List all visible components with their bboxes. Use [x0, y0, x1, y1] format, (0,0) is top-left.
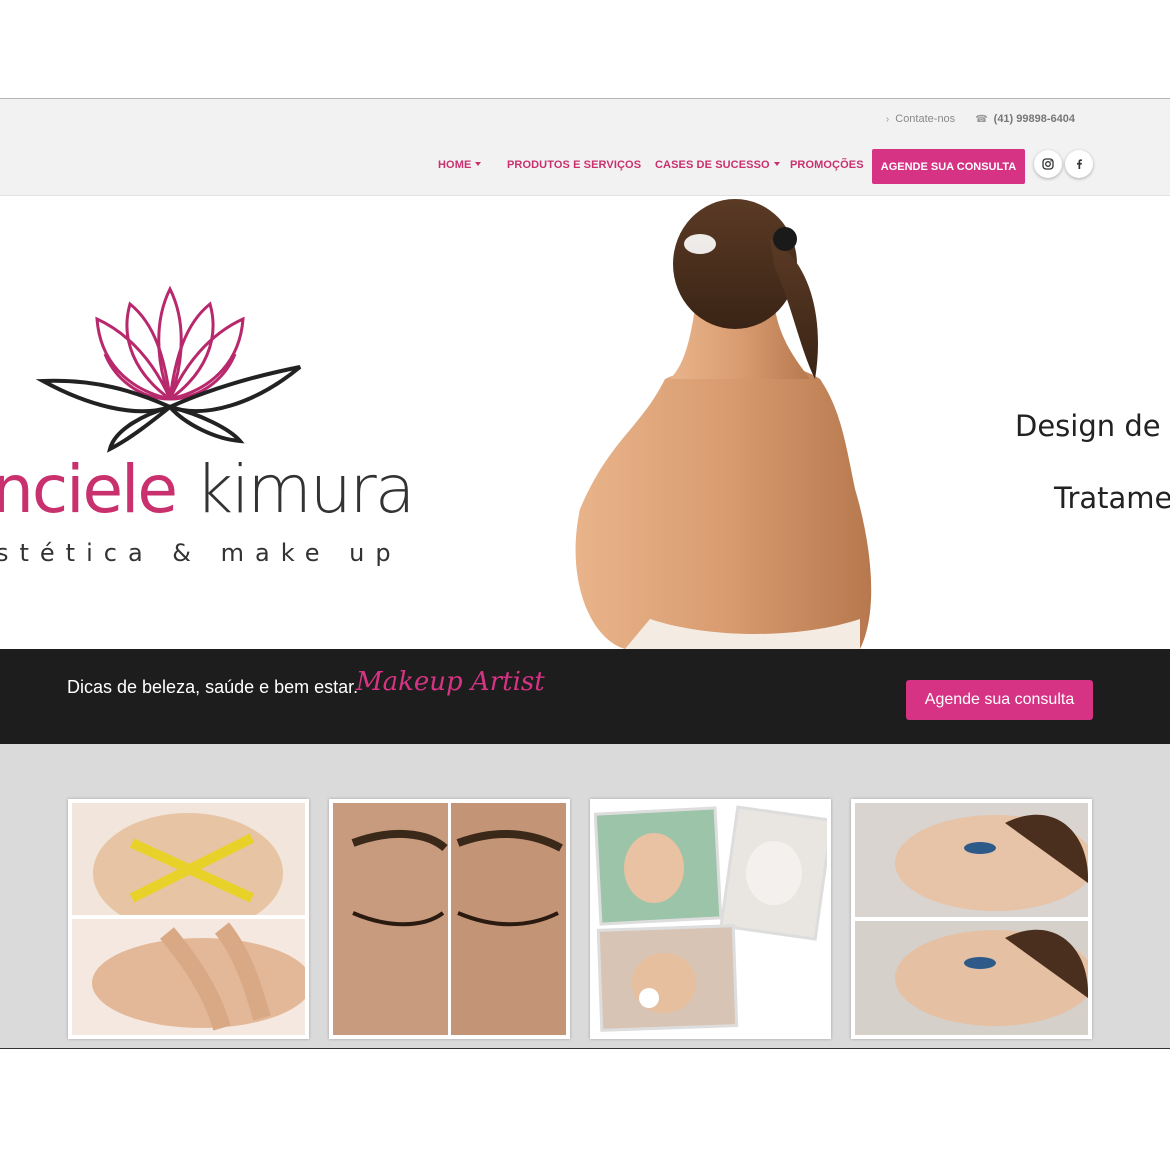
caret-down-icon [475, 162, 482, 166]
gallery-card-makeup[interactable] [851, 799, 1092, 1039]
band-script-text: Makeup Artist [356, 667, 545, 697]
lotus-logo-icon [35, 285, 302, 453]
schedule-button-band-label: Agende sua consulta [924, 691, 1075, 708]
gallery-card-facial[interactable] [590, 799, 831, 1039]
gallery-card-body[interactable] [68, 799, 309, 1039]
top-bar: › Contate-nos ☎ (41) 99898-6404 [886, 113, 1075, 125]
gallery-image-facial-treatment [594, 803, 827, 1035]
site-header: › Contate-nos ☎ (41) 99898-6404 HOME PRO… [0, 98, 1170, 196]
gallery-card-brows[interactable] [329, 799, 570, 1039]
logo-tagline: stética & make up [0, 539, 402, 567]
nav-item-produtos[interactable]: PRODUTOS E SERVIÇOS [507, 159, 641, 171]
phone-icon: ☎ [975, 113, 988, 125]
contact-link-label: Contate-nos [895, 113, 956, 125]
logo-name-dark: kimura [195, 451, 415, 528]
phone-number: (41) 99898-6404 [993, 113, 1075, 125]
instagram-icon [1042, 158, 1054, 170]
schedule-button-nav-label: AGENDE SUA CONSULTA [880, 160, 1017, 173]
facebook-button[interactable] [1065, 150, 1093, 178]
nav-item-cases[interactable]: CASES DE SUCESSO [655, 159, 780, 171]
gallery-image-body-treatment [72, 803, 305, 1035]
contact-link[interactable]: › Contate-nos [886, 113, 955, 125]
hero-headline-line1: Design de S [1015, 409, 1170, 443]
services-gallery [0, 744, 1170, 1049]
phone-link[interactable]: ☎ (41) 99898-6404 [975, 113, 1075, 125]
gallery-image-eyebrows [333, 803, 566, 1035]
hero-headline-line2: Tratame [1054, 481, 1170, 515]
chevron-right-icon: › [885, 113, 890, 125]
schedule-button-nav[interactable]: AGENDE SUA CONSULTA [872, 149, 1025, 184]
schedule-button-band[interactable]: Agende sua consulta [906, 680, 1093, 720]
band-tagline: Dicas de beleza, saúde e bem estar. [67, 677, 359, 697]
hero-model-image [575, 199, 872, 649]
facebook-icon [1077, 159, 1082, 169]
logo-wordmark: nciele kimura [0, 457, 415, 523]
caret-down-icon [773, 162, 780, 166]
nav-item-home-label: HOME [438, 159, 472, 171]
instagram-button[interactable] [1034, 150, 1062, 178]
nav-item-cases-label: CASES DE SUCESSO [655, 159, 770, 171]
nav-item-promocoes[interactable]: PROMOÇÕES [790, 159, 864, 171]
tagline-band: Dicas de beleza, saúde e bem estar. Make… [0, 649, 1170, 744]
nav-item-home[interactable]: HOME [438, 159, 482, 171]
nav-item-promocoes-label: PROMOÇÕES [790, 159, 864, 171]
logo-name-pink: nciele [0, 451, 178, 528]
gallery-image-makeup [855, 803, 1088, 1035]
nav-item-produtos-label: PRODUTOS E SERVIÇOS [507, 159, 642, 171]
hero-banner: nciele kimura stética & make up Design d… [0, 199, 1170, 649]
